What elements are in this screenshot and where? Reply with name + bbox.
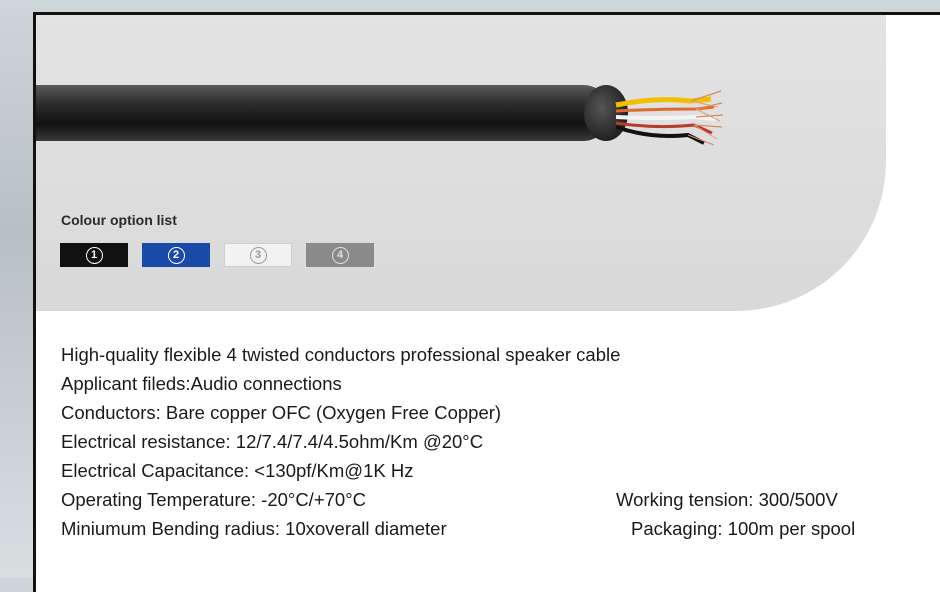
spec-conductors: Conductors: Bare copper OFC (Oxygen Free… <box>61 402 502 423</box>
cable-image <box>36 77 736 157</box>
swatch-number: 1 <box>85 246 103 264</box>
spec-working-tension: Working tension: 300/500V <box>616 489 838 510</box>
cable-conductors-image <box>615 90 724 146</box>
swatch-number: 4 <box>331 246 349 264</box>
colour-swatch-2[interactable]: 2 <box>142 243 210 267</box>
spec-packaging: Packaging: 100m per spool <box>631 518 856 539</box>
spec-description: High-quality flexible 4 twisted conducto… <box>61 344 621 365</box>
spec-operating-temperature: Operating Temperature: -20°C/+70°C <box>61 489 366 510</box>
colour-swatch-3[interactable]: 3 <box>224 243 292 267</box>
swatch-number: 2 <box>167 246 185 264</box>
colour-option-title: Colour option list <box>61 212 177 228</box>
colour-swatch-4[interactable]: 4 <box>306 243 374 267</box>
spec-row-bending: Miniumum Bending radius: 10xoverall diam… <box>61 514 940 543</box>
spec-row-temperature: Operating Temperature: -20°C/+70°C Worki… <box>61 485 940 514</box>
spec-applicant-fields: Applicant fileds:Audio connections <box>61 373 342 394</box>
spec-bending-radius: Miniumum Bending radius: 10xoverall diam… <box>61 518 447 539</box>
spec-electrical-capacitance: Electrical Capacitance: <130pf/Km@1K Hz <box>61 460 414 481</box>
cable-jacket <box>36 85 611 141</box>
swatch-number: 3 <box>249 246 267 264</box>
product-panel: Colour option list 1 2 3 4 High-quality … <box>33 12 940 592</box>
colour-swatch-list: 1 2 3 4 <box>60 243 374 267</box>
spec-electrical-resistance: Electrical resistance: 12/7.4/7.4/4.5ohm… <box>61 431 484 452</box>
product-banner: Colour option list 1 2 3 4 <box>36 15 886 311</box>
colour-swatch-1[interactable]: 1 <box>60 243 128 267</box>
spec-list: High-quality flexible 4 twisted conducto… <box>61 340 940 543</box>
